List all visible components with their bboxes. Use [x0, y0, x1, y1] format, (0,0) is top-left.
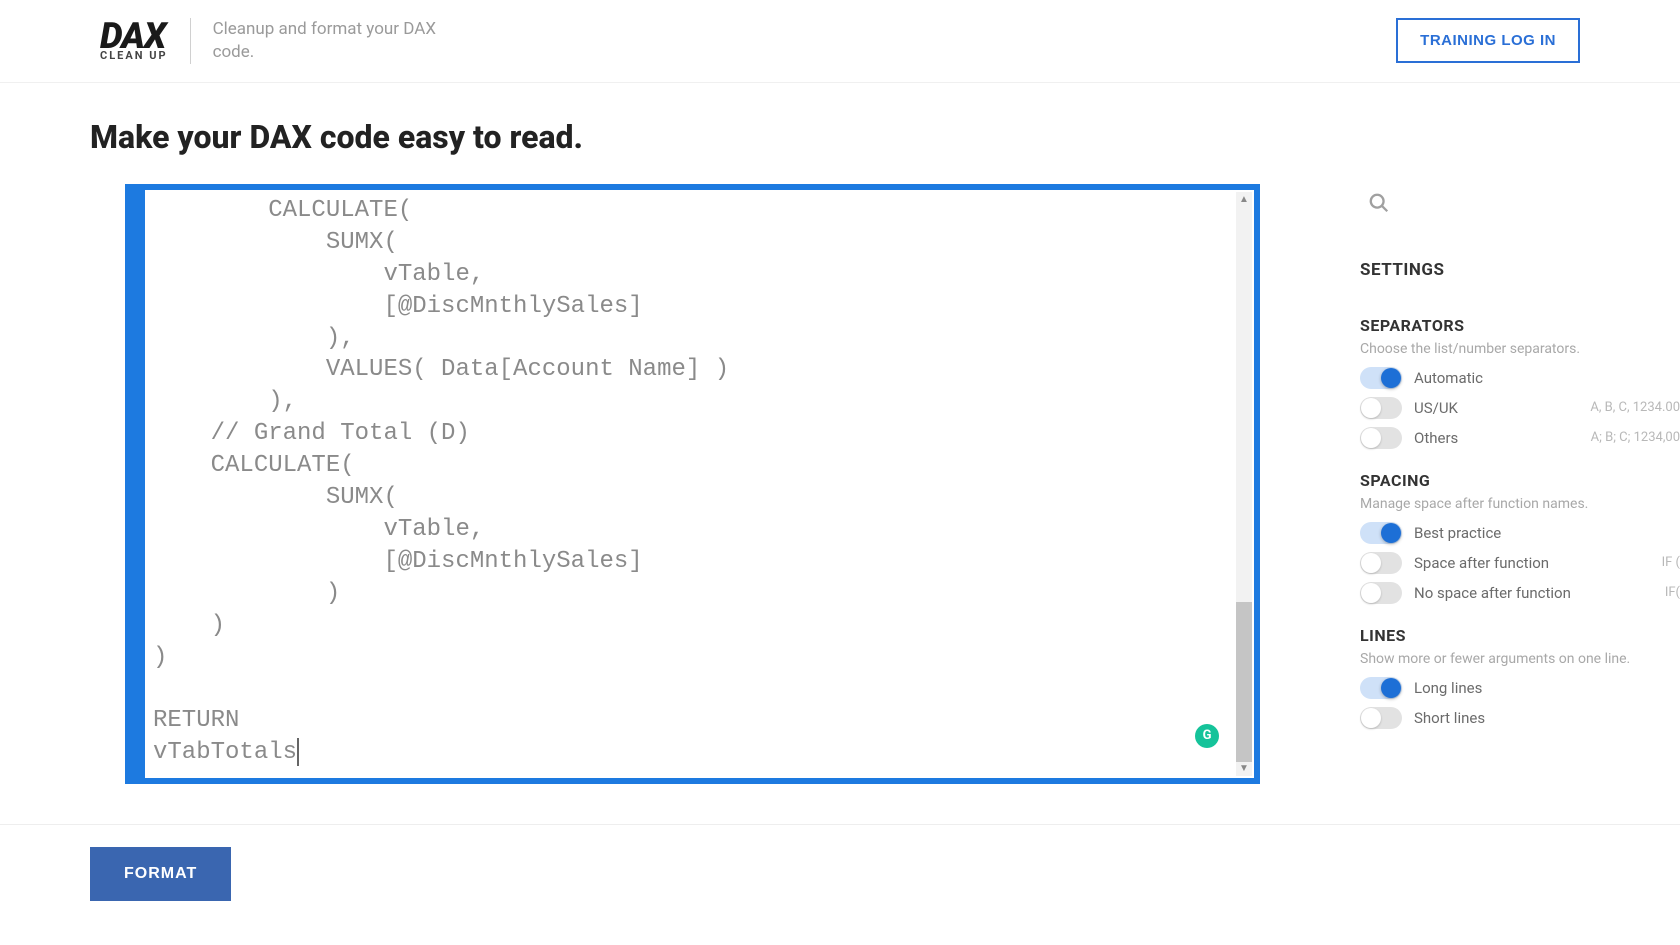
page-title: Make your DAX code easy to read.: [90, 118, 1590, 156]
spacing-option-no-space: No space after function IF(: [1360, 582, 1680, 604]
code-editor[interactable]: CALCULATE( SUMX( vTable, [@DiscMnthlySal…: [125, 184, 1260, 784]
lines-section: LINES Show more or fewer arguments on on…: [1360, 626, 1680, 729]
toggle-space-after[interactable]: [1360, 552, 1402, 574]
toggle-usuk[interactable]: [1360, 397, 1402, 419]
logo-sub: CLEAN UP: [100, 49, 168, 62]
option-hint: A; B; C; 1234,00: [1591, 430, 1680, 445]
scroll-up-icon[interactable]: ▲: [1239, 194, 1249, 205]
spacing-option-best: Best practice: [1360, 522, 1680, 544]
separator-option-others: Others A; B; C; 1234,00: [1360, 427, 1680, 449]
scrollbar-thumb[interactable]: [1236, 602, 1252, 762]
option-label: US/UK: [1414, 399, 1578, 417]
spacing-heading: SPACING: [1360, 471, 1680, 490]
option-label: Others: [1414, 429, 1579, 447]
lines-heading: LINES: [1360, 626, 1680, 645]
logo-area: DAX CLEAN UP Cleanup and format your DAX…: [100, 18, 440, 64]
content-row: CALCULATE( SUMX( vTable, [@DiscMnthlySal…: [90, 184, 1590, 784]
toggle-best-practice[interactable]: [1360, 522, 1402, 544]
toggle-automatic[interactable]: [1360, 367, 1402, 389]
option-hint: IF (: [1662, 555, 1680, 570]
tagline: Cleanup and format your DAX code.: [190, 18, 440, 64]
editor-body[interactable]: CALCULATE( SUMX( vTable, [@DiscMnthlySal…: [145, 190, 1254, 778]
grammarly-icon[interactable]: G: [1195, 724, 1219, 748]
spacing-option-space-after: Space after function IF (: [1360, 552, 1680, 574]
option-hint: A, B, C, 1234.00: [1590, 400, 1680, 415]
option-label: No space after function: [1414, 584, 1653, 602]
footer: FORMAT: [0, 824, 1680, 923]
toggle-long-lines[interactable]: [1360, 677, 1402, 699]
scroll-down-icon[interactable]: ▼: [1239, 763, 1249, 774]
toggle-no-space[interactable]: [1360, 582, 1402, 604]
option-label: Best practice: [1414, 524, 1668, 542]
toggle-others[interactable]: [1360, 427, 1402, 449]
separator-option-usuk: US/UK A, B, C, 1234.00: [1360, 397, 1680, 419]
option-label: Short lines: [1414, 709, 1680, 727]
editor-gutter: [131, 190, 145, 778]
settings-title: SETTINGS: [1360, 260, 1680, 280]
option-label: Space after function: [1414, 554, 1650, 572]
toggle-short-lines[interactable]: [1360, 707, 1402, 729]
lines-sub: Show more or fewer arguments on one line…: [1360, 651, 1680, 667]
code-content[interactable]: CALCULATE( SUMX( vTable, [@DiscMnthlySal…: [145, 190, 1254, 774]
option-hint: IF(: [1665, 585, 1680, 600]
search-icon[interactable]: [1368, 192, 1680, 220]
spacing-sub: Manage space after function names.: [1360, 496, 1680, 512]
separators-sub: Choose the list/number separators.: [1360, 341, 1680, 357]
format-button[interactable]: FORMAT: [90, 847, 231, 901]
separators-heading: SEPARATORS: [1360, 316, 1680, 335]
separator-option-automatic: Automatic: [1360, 367, 1680, 389]
scrollbar-track[interactable]: ▲ ▼: [1236, 192, 1252, 776]
text-cursor-icon: [297, 738, 299, 766]
spacing-section: SPACING Manage space after function name…: [1360, 471, 1680, 604]
logo: DAX CLEAN UP: [100, 20, 168, 62]
logo-main: DAX: [100, 20, 168, 52]
lines-option-short: Short lines: [1360, 707, 1680, 729]
option-label: Long lines: [1414, 679, 1680, 697]
option-label: Automatic: [1414, 369, 1668, 387]
editor-wrap: CALCULATE( SUMX( vTable, [@DiscMnthlySal…: [90, 184, 1260, 784]
header: DAX CLEAN UP Cleanup and format your DAX…: [0, 0, 1680, 83]
separators-section: SEPARATORS Choose the list/number separa…: [1360, 316, 1680, 449]
main: Make your DAX code easy to read. CALCULA…: [0, 83, 1680, 784]
settings-panel: SETTINGS SEPARATORS Choose the list/numb…: [1360, 184, 1680, 751]
lines-option-long: Long lines: [1360, 677, 1680, 699]
training-login-button[interactable]: TRAINING LOG IN: [1396, 18, 1580, 63]
